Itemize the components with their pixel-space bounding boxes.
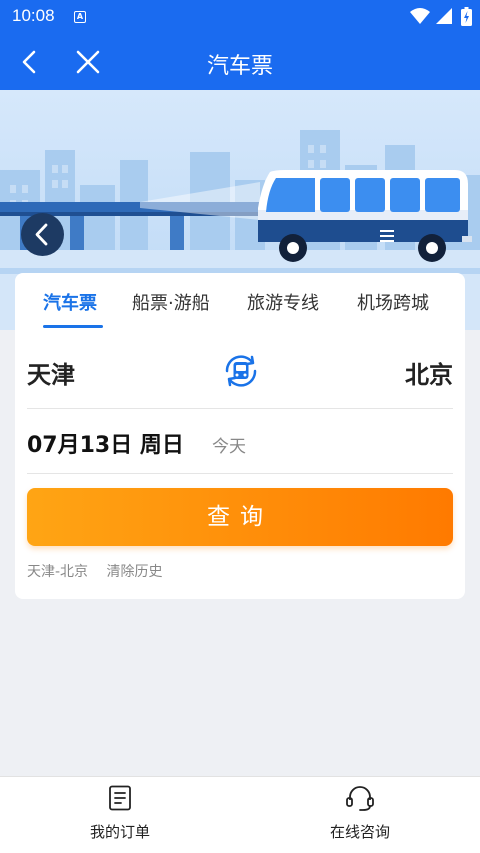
tab-tour-route[interactable]: 旅游专线 — [247, 289, 319, 315]
order-list-icon — [109, 785, 131, 811]
wifi-icon — [410, 8, 430, 24]
clear-history-link[interactable]: 清除历史 — [107, 564, 163, 580]
booking-card: 汽车票 船票·游船 旅游专线 机场跨城 天津 北京 07月13日 周日 今天 查… — [15, 273, 465, 599]
arrival-city[interactable]: 北京 — [405, 355, 453, 390]
navigation-bar: 汽车票 — [0, 34, 480, 90]
banner-back-button[interactable] — [21, 213, 64, 256]
route-selector: 天津 北京 — [27, 339, 453, 409]
online-consult-button[interactable]: 在线咨询 — [300, 785, 420, 842]
status-bar: 10:08 A — [0, 0, 480, 34]
headset-icon — [346, 786, 374, 811]
date-relative-label: 今天 — [212, 437, 246, 457]
tab-bus[interactable]: 汽车票 — [43, 289, 97, 315]
notification-icon: A — [74, 11, 86, 23]
my-orders-button[interactable]: 我的订单 — [60, 785, 180, 842]
active-tab-indicator — [43, 325, 103, 328]
swap-bus-icon — [225, 355, 257, 387]
chevron-left-icon — [35, 223, 48, 246]
departure-city[interactable]: 天津 — [27, 355, 75, 390]
swap-cities-button[interactable] — [219, 349, 263, 393]
online-consult-label: 在线咨询 — [329, 823, 390, 841]
tab-ferry[interactable]: 船票·游船 — [132, 289, 210, 315]
signal-icon — [436, 8, 452, 24]
departure-date: 07月13日 周日 — [27, 433, 184, 458]
status-time: 10:08 — [12, 6, 55, 25]
battery-icon — [461, 7, 472, 26]
history-item[interactable]: 天津-北京 — [27, 564, 88, 580]
tab-airport-intercity[interactable]: 机场跨城 — [357, 289, 429, 315]
ticket-type-tabs: 汽车票 船票·游船 旅游专线 机场跨城 — [15, 273, 465, 329]
search-button[interactable]: 查询 — [27, 488, 453, 546]
date-picker[interactable]: 07月13日 周日 今天 — [27, 410, 453, 474]
bottom-bar: 我的订单 在线咨询 — [0, 776, 480, 853]
search-history: 天津-北京 清除历史 — [27, 561, 177, 581]
page-title: 汽车票 — [206, 54, 273, 79]
my-orders-label: 我的订单 — [89, 823, 150, 841]
